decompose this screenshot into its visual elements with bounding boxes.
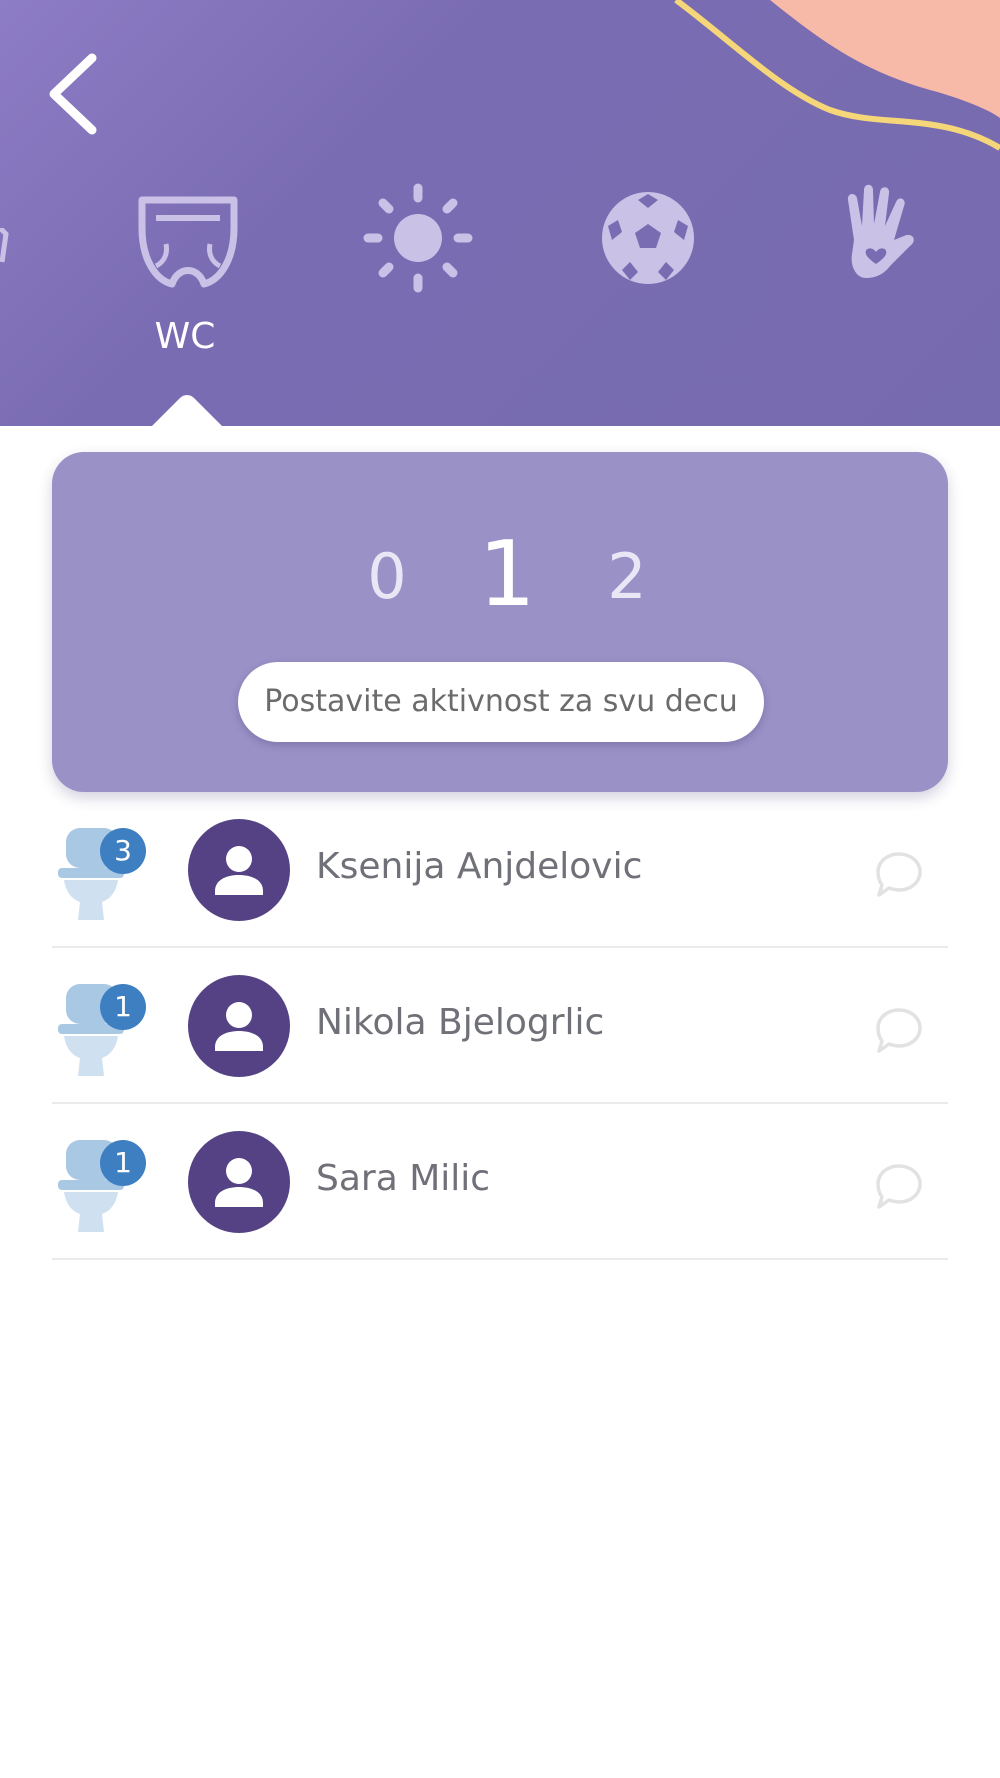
- back-button[interactable]: [40, 44, 110, 144]
- comment-icon[interactable]: [874, 1006, 924, 1056]
- header: WC: [0, 0, 1000, 426]
- diaper-icon: [138, 196, 238, 288]
- children-list: 3 Ksenija Anjdelovic 1 Nikola Bjelogrlic: [52, 792, 948, 1260]
- avatar[interactable]: [188, 819, 290, 921]
- child-row: 1 Sara Milic: [52, 1104, 948, 1260]
- child-row: 3 Ksenija Anjdelovic: [52, 792, 948, 948]
- category-care[interactable]: [818, 180, 938, 300]
- person-icon: [215, 1158, 263, 1207]
- person-icon: [215, 1002, 263, 1051]
- partial-category-icon: [0, 228, 9, 263]
- count-badge: 1: [100, 984, 146, 1030]
- count-option-1[interactable]: 1: [472, 522, 542, 627]
- set-all-children-button[interactable]: Postavite aktivnost za svu decu: [238, 662, 764, 742]
- child-row: 1 Nikola Bjelogrlic: [52, 948, 948, 1104]
- category-label-wc: WC: [154, 316, 216, 357]
- avatar[interactable]: [188, 975, 290, 1077]
- count-option-0[interactable]: 0: [362, 540, 412, 613]
- comment-icon[interactable]: [874, 850, 924, 900]
- count-option-2[interactable]: 2: [602, 540, 652, 613]
- sun-icon: [363, 183, 473, 293]
- child-name[interactable]: Ksenija Anjdelovic: [316, 846, 642, 887]
- count-badge: 3: [100, 828, 146, 874]
- child-name[interactable]: Sara Milic: [316, 1158, 490, 1199]
- counter-card: 0 1 2 Postavite aktivnost za svu decu: [52, 452, 948, 792]
- comment-icon[interactable]: [874, 1162, 924, 1212]
- soccer-ball-icon: [602, 192, 694, 284]
- child-name[interactable]: Nikola Bjelogrlic: [316, 1002, 604, 1043]
- count-badge: 1: [100, 1140, 146, 1186]
- chevron-left-icon: [49, 53, 97, 135]
- avatar[interactable]: [188, 1131, 290, 1233]
- category-sport[interactable]: [588, 180, 708, 300]
- hand-heart-icon: [847, 184, 914, 278]
- person-icon: [215, 846, 263, 895]
- category-wc[interactable]: [128, 180, 248, 300]
- selection-pointer: [152, 395, 222, 426]
- category-sun[interactable]: [358, 180, 478, 300]
